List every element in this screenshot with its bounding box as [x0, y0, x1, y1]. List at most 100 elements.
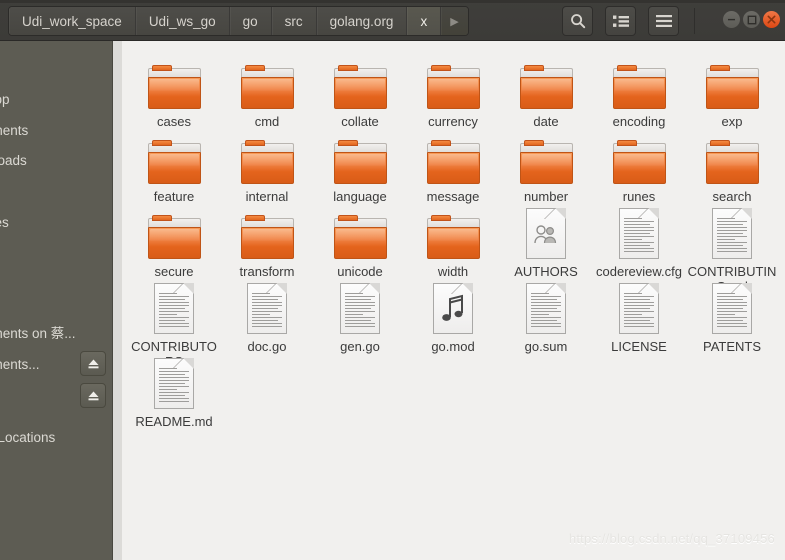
- folder-item[interactable]: transform: [221, 199, 313, 279]
- sidebar-scroll-edge[interactable]: [112, 41, 122, 560]
- breadcrumb: Udi_work_space Udi_ws_go go src golang.org x ▶: [8, 6, 469, 36]
- icon-art: [686, 274, 778, 334]
- sidebar-item-label: Other Locations: [0, 429, 56, 445]
- maximize-button[interactable]: [743, 11, 760, 28]
- menu-button[interactable]: [648, 6, 679, 36]
- folder-item[interactable]: exp: [686, 49, 778, 129]
- close-button[interactable]: [763, 11, 780, 28]
- eject-icon: [88, 391, 98, 400]
- maximize-icon: [747, 15, 756, 24]
- folder-item[interactable]: collate: [314, 49, 406, 129]
- sidebar-item[interactable]: Desktop: [0, 87, 112, 111]
- folder-item[interactable]: language: [314, 124, 406, 204]
- document-icon: [154, 283, 194, 334]
- icon-art: [593, 199, 685, 259]
- icon-art: [407, 199, 499, 259]
- file-item[interactable]: README.md: [128, 349, 220, 429]
- file-item[interactable]: gen.go: [314, 274, 406, 354]
- icon-art: [314, 124, 406, 184]
- breadcrumb-next-arrow[interactable]: ▶: [441, 7, 468, 35]
- search-icon: [570, 14, 585, 29]
- file-item[interactable]: PATENTS: [686, 274, 778, 354]
- file-name-label: README.md: [135, 414, 213, 429]
- folder-item[interactable]: secure: [128, 199, 220, 279]
- sidebar-item[interactable]: Documents: [0, 118, 112, 142]
- sidebar-item[interactable]: Pictures: [0, 210, 112, 234]
- search-button[interactable]: [562, 6, 593, 36]
- breadcrumb-item-udi-work-space[interactable]: Udi_work_space: [9, 7, 136, 35]
- header-bar: Udi_work_space Udi_ws_go go src golang.org x ▶: [0, 0, 785, 41]
- document-icon: [247, 283, 287, 334]
- folder-item[interactable]: cmd: [221, 49, 313, 129]
- breadcrumb-item-golang-org[interactable]: golang.org: [316, 7, 408, 35]
- icon-art: [314, 274, 406, 334]
- minimize-icon: [728, 18, 735, 21]
- eject-icon: [88, 359, 98, 368]
- icon-art: [128, 349, 220, 409]
- folder-icon: [333, 139, 387, 184]
- document-icon: [619, 283, 659, 334]
- icon-art: [500, 274, 592, 334]
- icon-art: [500, 49, 592, 109]
- file-item[interactable]: doc.go: [221, 274, 313, 354]
- icon-art: [500, 124, 592, 184]
- icon-art: [221, 49, 313, 109]
- file-item[interactable]: codereview.cfg: [593, 199, 685, 279]
- file-item[interactable]: AUTHORS: [500, 199, 592, 279]
- minimize-button[interactable]: [723, 11, 740, 28]
- icon-art: [686, 199, 778, 259]
- folder-icon: [612, 139, 666, 184]
- file-name-label: gen.go: [340, 339, 380, 354]
- sidebar-item[interactable]: Documents on 蔡...: [0, 320, 112, 344]
- audio-document-icon: [433, 283, 473, 334]
- breadcrumb-item-go[interactable]: go: [229, 7, 272, 35]
- icon-art: [686, 49, 778, 109]
- icon-art: [128, 274, 220, 334]
- folder-item[interactable]: number: [500, 124, 592, 204]
- folder-icon: [147, 214, 201, 259]
- folder-icon: [426, 214, 480, 259]
- eject-button[interactable]: [80, 351, 106, 376]
- icon-art: [407, 49, 499, 109]
- sidebar-item-label: Desktop: [0, 91, 10, 107]
- icon-art: [128, 124, 220, 184]
- file-manager-window: Udi_work_space Udi_ws_go go src golang.org x ▶: [0, 0, 785, 560]
- view-toggle-button[interactable]: [605, 6, 636, 36]
- contacts-document-icon: [526, 208, 566, 259]
- folder-item[interactable]: runes: [593, 124, 685, 204]
- file-item[interactable]: go.mod: [407, 274, 499, 354]
- document-icon: [526, 283, 566, 334]
- document-icon: [340, 283, 380, 334]
- sidebar-item[interactable]: Other Locations: [0, 425, 112, 449]
- icon-art: [593, 274, 685, 334]
- folder-item[interactable]: encoding: [593, 49, 685, 129]
- hamburger-menu-icon: [655, 15, 672, 27]
- folder-item[interactable]: cases: [128, 49, 220, 129]
- folder-item[interactable]: unicode: [314, 199, 406, 279]
- folder-icon: [612, 64, 666, 109]
- folder-item[interactable]: search: [686, 124, 778, 204]
- folder-item[interactable]: feature: [128, 124, 220, 204]
- folder-item[interactable]: message: [407, 124, 499, 204]
- icon-art: [593, 49, 685, 109]
- breadcrumb-item-src[interactable]: src: [271, 7, 317, 35]
- folder-item[interactable]: internal: [221, 124, 313, 204]
- folder-item[interactable]: date: [500, 49, 592, 129]
- eject-button[interactable]: [80, 383, 106, 408]
- file-name-label: go.sum: [524, 339, 568, 354]
- folder-icon: [426, 139, 480, 184]
- folder-icon: [240, 64, 294, 109]
- file-item[interactable]: LICENSE: [593, 274, 685, 354]
- folder-item[interactable]: currency: [407, 49, 499, 129]
- breadcrumb-item-x[interactable]: x: [407, 7, 442, 35]
- sidebar-item-label: Documents: [0, 122, 29, 138]
- breadcrumb-item-udi-ws-go[interactable]: Udi_ws_go: [135, 7, 230, 35]
- sidebar-item[interactable]: Downloads: [0, 148, 112, 172]
- file-name-label: doc.go: [247, 339, 287, 354]
- folder-item[interactable]: width: [407, 199, 499, 279]
- icon-art: [314, 49, 406, 109]
- icon-art: [314, 199, 406, 259]
- file-item[interactable]: go.sum: [500, 274, 592, 354]
- icon-art: [593, 124, 685, 184]
- icon-art: [407, 274, 499, 334]
